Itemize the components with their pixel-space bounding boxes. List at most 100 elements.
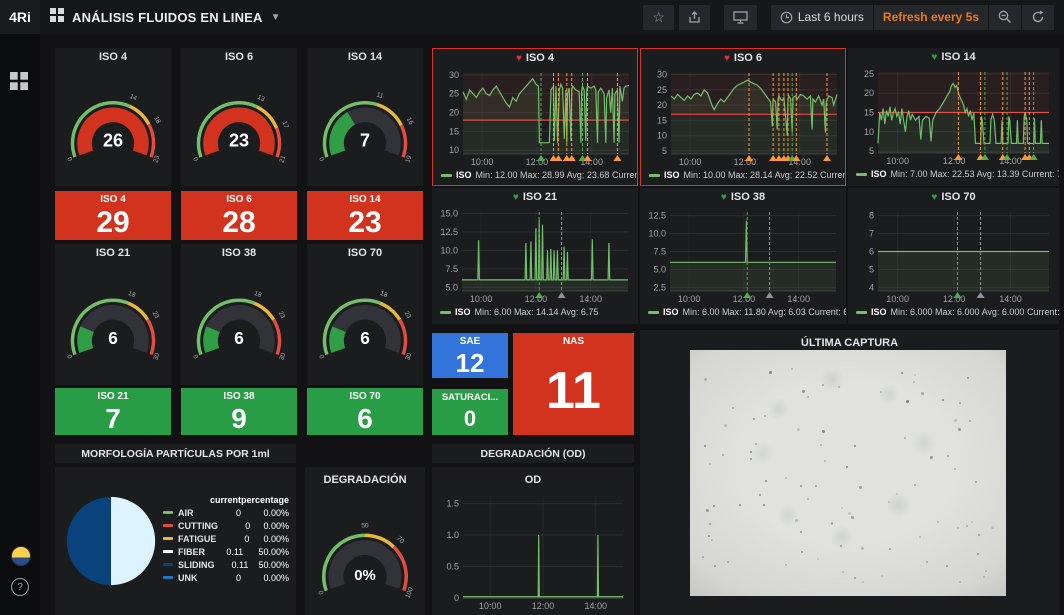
dashboards-icon[interactable] (10, 72, 30, 92)
panel-title[interactable]: ♥ISO 14 (848, 48, 1059, 66)
legend-row-fatigue[interactable]: FATIGUE00.00% (163, 532, 289, 545)
legend[interactable]: ISOMin: 6.00 Max: 14.14 Avg: 6.75 (432, 306, 638, 321)
legend[interactable]: ISOMin: 6.000 Max: 6.000 Avg: 6.000 Curr… (848, 306, 1059, 321)
panel-title[interactable]: ISO 6 (181, 48, 297, 66)
panel-title[interactable]: ISO 4 (55, 48, 171, 66)
legend-series-label[interactable]: ISO (871, 307, 887, 317)
svg-text:20: 20 (864, 88, 874, 98)
star-button[interactable]: ☆ (643, 5, 674, 30)
legend-row-sliding[interactable]: SLIDING0.1150.00% (163, 558, 289, 571)
timeseries-chart[interactable]: 51015202510:0012:0014:00 (852, 67, 1055, 168)
particle-speck (957, 527, 959, 529)
refresh-interval-button[interactable]: Refresh every 5s (874, 5, 988, 30)
particle-speck (854, 445, 856, 447)
particle-speck (724, 424, 727, 427)
legend-row-fiber[interactable]: FIBER0.1150.00% (163, 545, 289, 558)
legend-percentage-value: 50.00% (248, 560, 289, 570)
svg-text:4: 4 (869, 282, 874, 292)
particle-speck (914, 484, 916, 486)
timeseries-chart[interactable]: 5101520253010:0012:0014:00 (645, 68, 843, 169)
particle-speck (959, 581, 961, 583)
legend-series-label[interactable]: ISO (871, 169, 887, 179)
panel-ultima-captura: ÚLTIMA CAPTURA (640, 330, 1059, 615)
panel-title[interactable]: ISO 38 (181, 244, 297, 262)
panel-title[interactable]: ISO 21 (55, 244, 171, 262)
particle-speck (975, 481, 977, 483)
panel-title[interactable]: ♥ISO 4 (433, 49, 637, 67)
particle-speck (807, 498, 809, 500)
legend-series-label[interactable]: ISO (664, 170, 680, 180)
timeseries-chart[interactable]: 2.55.07.510.012.510:0012:0014:00 (644, 207, 842, 306)
time-range-button[interactable]: Last 6 hours (771, 5, 873, 30)
legend-header-spacer (163, 498, 173, 501)
legend-color-swatch (163, 576, 173, 579)
legend-current-value: 0 (201, 573, 241, 583)
stat-sae[interactable]: SAE12 (432, 333, 508, 378)
tv-mode-button[interactable] (724, 5, 757, 30)
stat-title: NAS (563, 336, 584, 347)
legend-color-swatch (163, 537, 173, 540)
panel-title[interactable]: DEGRADACIÓN (305, 471, 425, 489)
panel-title[interactable]: ISO 70 (307, 244, 423, 262)
timeseries-chart[interactable]: 101520253010:0012:0014:00 (437, 68, 635, 169)
help-icon[interactable]: ? (11, 578, 29, 596)
alert-heart-icon: ♥ (516, 53, 522, 64)
particle-speck (785, 477, 787, 479)
stat-iso-21[interactable]: ISO 217 (55, 388, 171, 435)
stat-iso-70[interactable]: ISO 706 (307, 388, 423, 435)
svg-text:5.0: 5.0 (653, 265, 666, 275)
legend[interactable]: ISOMin: 6.00 Max: 11.80 Avg: 6.03 Curren… (640, 306, 846, 321)
timeseries-chart[interactable]: 4567810:0012:0014:00 (852, 207, 1055, 306)
particle-speck (759, 494, 761, 496)
panel-title[interactable]: ♥ISO 21 (432, 188, 638, 206)
panel-title[interactable]: ♥ISO 6 (641, 49, 845, 67)
particle-speck (983, 576, 985, 578)
refresh-button[interactable] (1022, 5, 1054, 30)
legend-series-label[interactable]: ISO (456, 170, 472, 180)
share-button[interactable] (679, 5, 710, 30)
panel-gauge-iso-70: ISO 7001823306 (307, 244, 423, 385)
legend-row-air[interactable]: AIR00.00% (163, 506, 289, 519)
svg-text:11: 11 (376, 91, 385, 100)
particle-speck (942, 399, 944, 401)
svg-text:7.5: 7.5 (445, 264, 458, 274)
panel-title[interactable]: ISO 14 (307, 48, 423, 66)
stat-iso-14[interactable]: ISO 1423 (307, 191, 423, 240)
stat-value: 11 (546, 347, 601, 435)
zoom-out-button[interactable] (989, 5, 1021, 30)
legend-current-value: 0.11 (205, 547, 243, 557)
legend-row-unk[interactable]: UNK00.00% (163, 571, 289, 584)
timeseries-chart[interactable]: 5.07.510.012.515.010:0012:0014:00 (436, 207, 634, 306)
legend[interactable]: ISOMin: 10.00 Max: 28.14 Avg: 22.52 Curr… (641, 169, 845, 184)
particle-speck (937, 521, 939, 523)
stat-iso-6[interactable]: ISO 628 (181, 191, 297, 240)
panel-title[interactable]: OD (432, 471, 634, 489)
user-avatar[interactable] (11, 546, 31, 566)
svg-text:13: 13 (256, 94, 266, 104)
panel-title[interactable]: ♥ISO 38 (640, 188, 846, 206)
stat-iso-4[interactable]: ISO 429 (55, 191, 171, 240)
legend-series-label[interactable]: ISO (455, 307, 471, 317)
legend-series-label[interactable]: ISO (663, 307, 679, 317)
svg-text:12:00: 12:00 (532, 601, 555, 611)
legend-current-value: 0 (216, 534, 249, 544)
legend-row-cutting[interactable]: CUTTING00.00% (163, 519, 289, 532)
svg-text:12:00: 12:00 (526, 157, 549, 167)
timeseries-chart[interactable]: 00.51.01.510:0012:0014:00 (437, 491, 629, 613)
particle-speck (797, 428, 800, 431)
stat-value: 6 (357, 402, 373, 435)
legend[interactable]: ISOMin: 7.00 Max: 22.53 Avg: 13.39 Curre… (848, 168, 1059, 183)
legend-header-current: current (201, 495, 241, 505)
sidebar: 4Ri ? (0, 0, 40, 615)
svg-text:6: 6 (234, 328, 244, 348)
particle-speck (824, 460, 826, 462)
stat-nas[interactable]: NAS11 (513, 333, 634, 435)
gauge-chart: 050701000% (308, 511, 422, 607)
legend[interactable]: ISOMin: 12.00 Max: 28.99 Avg: 23.68 Curr… (433, 169, 637, 184)
stat-iso-38[interactable]: ISO 389 (181, 388, 297, 435)
svg-text:1.5: 1.5 (446, 499, 459, 509)
stat-saturaci-[interactable]: SATURACI...0 (432, 389, 508, 435)
panel-title[interactable]: ♥ISO 70 (848, 188, 1059, 206)
dashboard-title[interactable]: ANÁLISIS FLUIDOS EN LINEA (72, 10, 263, 25)
org-logo[interactable]: 4Ri (0, 0, 40, 34)
